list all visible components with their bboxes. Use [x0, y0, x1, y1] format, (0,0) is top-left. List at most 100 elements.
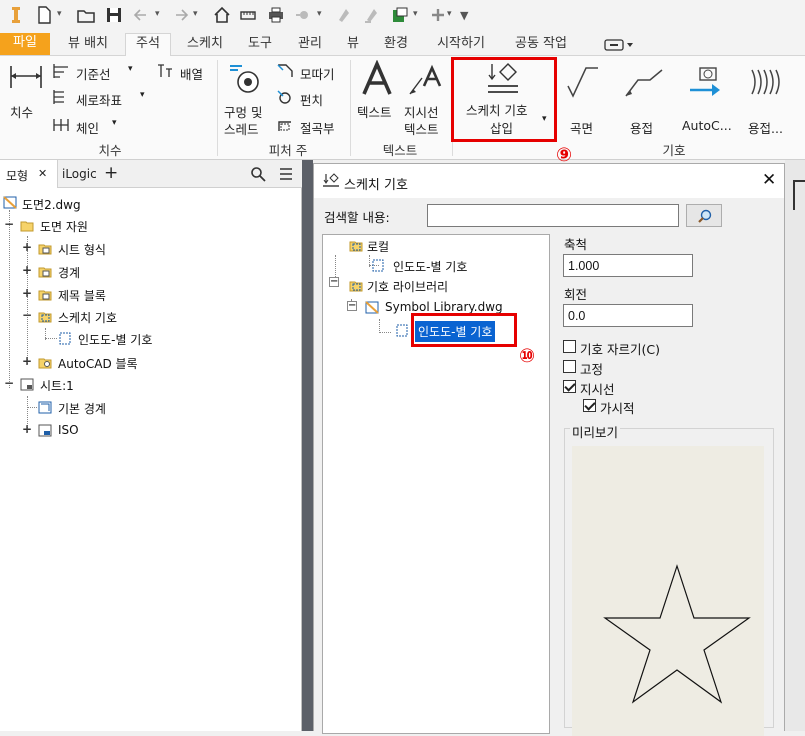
tree-item-title-blocks[interactable]: 제목 블록	[58, 287, 106, 304]
collapse-icon[interactable]: −	[4, 376, 14, 390]
chamfer-button[interactable]: 모따기	[300, 64, 335, 83]
rotation-input[interactable]	[563, 304, 693, 327]
tab-annotate[interactable]: 주석	[125, 33, 171, 57]
hole-thread-label-2[interactable]: 스레드	[224, 119, 259, 138]
update-icon[interactable]	[334, 5, 354, 25]
tree-item-drawing-resources[interactable]: 도면 자원	[40, 218, 88, 235]
tab-tools[interactable]: 도구	[240, 34, 280, 56]
dimension-icon[interactable]	[8, 62, 44, 94]
tree-item-local-child[interactable]: 인도도-별 기호	[393, 258, 467, 275]
scale-input[interactable]	[563, 254, 693, 277]
redo-dropdown-icon[interactable]: ▾	[193, 9, 198, 19]
menu-icon[interactable]	[278, 166, 294, 182]
print-icon[interactable]	[266, 5, 286, 25]
clip-label[interactable]: 기호 자르기(C)	[580, 339, 660, 358]
collapse-icon[interactable]: −	[347, 301, 357, 311]
search-button[interactable]	[686, 204, 722, 227]
bend-button[interactable]: 절곡부	[300, 118, 335, 137]
expand-icon[interactable]: +	[22, 286, 32, 300]
chamfer-icon[interactable]	[276, 63, 294, 79]
collapse-icon[interactable]: −	[22, 308, 32, 322]
new-dropdown-icon[interactable]: ▾	[57, 9, 62, 19]
tree-item-sheet-formats[interactable]: 시트 형식	[58, 241, 106, 258]
add-icon[interactable]	[428, 5, 448, 25]
ordinate-button[interactable]: 세로좌표	[76, 90, 122, 109]
baseline-dropdown-icon[interactable]: ▾	[128, 64, 133, 74]
drawing-canvas[interactable]	[785, 160, 805, 731]
close-icon[interactable]: ✕	[762, 170, 776, 190]
weld-caterpillar-button[interactable]: 용접...	[748, 118, 783, 137]
customize-icon[interactable]: ▼	[460, 9, 468, 22]
leader-label[interactable]: 지시선	[580, 379, 615, 398]
add-dropdown-icon[interactable]: ▾	[447, 9, 452, 19]
close-icon[interactable]: ✕	[38, 167, 47, 180]
new-icon[interactable]	[34, 5, 54, 25]
tree-item-sketch-symbol-child[interactable]: 인도도-별 기호	[78, 331, 152, 348]
chain-button[interactable]: 체인	[76, 118, 99, 137]
text-button[interactable]: 텍스트	[357, 102, 392, 121]
tree-item-local[interactable]: 로컬	[367, 238, 389, 255]
export-icon[interactable]	[390, 5, 410, 25]
ordinate-icon[interactable]	[52, 89, 70, 105]
tree-item-library[interactable]: 기호 라이브러리	[367, 278, 448, 295]
expand-icon[interactable]: +	[22, 354, 32, 368]
expand-icon[interactable]: +	[22, 263, 32, 277]
fixed-label[interactable]: 고정	[580, 359, 603, 378]
leader-checkbox[interactable]	[563, 380, 576, 393]
tree-item-default-border[interactable]: 기본 경계	[58, 400, 106, 417]
search-input[interactable]	[427, 204, 679, 227]
collapse-icon[interactable]: −	[4, 217, 14, 231]
fixed-checkbox[interactable]	[563, 360, 576, 373]
tab-manage[interactable]: 관리	[288, 34, 332, 56]
punch-icon[interactable]	[276, 89, 294, 105]
text-icon[interactable]	[360, 60, 394, 98]
tree-item-autocad-blocks[interactable]: AutoCAD 블록	[58, 355, 138, 372]
tab-ilogic[interactable]: iLogic	[62, 167, 97, 181]
redo-icon[interactable]	[170, 5, 190, 25]
inventor-logo-icon[interactable]	[6, 5, 26, 25]
weld-caterpillar-icon[interactable]	[748, 68, 784, 96]
arrange-button[interactable]: 배열	[180, 64, 203, 83]
tab-environments[interactable]: 환경	[374, 34, 418, 56]
appearance-dropdown-icon[interactable]: ▾	[317, 9, 322, 19]
search-icon[interactable]	[250, 166, 266, 182]
tree-item-borders[interactable]: 경계	[58, 264, 80, 281]
visible-label[interactable]: 가시적	[600, 398, 635, 417]
autocad-symbol-icon[interactable]	[688, 66, 728, 98]
weld-button[interactable]: 용접	[630, 118, 653, 137]
chain-dropdown-icon[interactable]: ▾	[112, 118, 117, 128]
appearance-icon[interactable]	[294, 5, 314, 25]
weld-icon[interactable]	[624, 68, 664, 98]
surface-texture-icon[interactable]	[566, 66, 600, 98]
ordinate-dropdown-icon[interactable]: ▾	[140, 90, 145, 100]
expand-icon[interactable]: +	[22, 240, 32, 254]
leader-text-label-2[interactable]: 텍스트	[404, 119, 439, 138]
undo-icon[interactable]	[132, 5, 152, 25]
tree-item-sheet[interactable]: 시트:1	[40, 377, 74, 394]
tab-model[interactable]: 모형	[6, 167, 28, 184]
surface-texture-button[interactable]: 곡면	[570, 118, 593, 137]
hole-thread-icon[interactable]	[226, 62, 266, 98]
dimension-label[interactable]: 치수	[10, 102, 33, 121]
tree-item-sketch-symbols[interactable]: 스케치 기호	[58, 309, 117, 326]
add-tab-icon[interactable]: +	[104, 163, 118, 183]
clip-checkbox[interactable]	[563, 340, 576, 353]
punch-button[interactable]: 펀치	[300, 90, 323, 109]
symbol-tree[interactable]: 로컬 인도도-별 기호 − 기호 라이브러리 − Symbol Library.…	[322, 234, 550, 734]
baseline-button[interactable]: 기준선	[76, 64, 111, 83]
tree-item-iso[interactable]: ISO	[58, 423, 79, 437]
chain-icon[interactable]	[52, 117, 70, 133]
visible-checkbox[interactable]	[583, 399, 596, 412]
leader-text-icon[interactable]	[408, 64, 442, 96]
arrange-icon[interactable]	[156, 63, 174, 79]
tab-view-layout[interactable]: 뷰 배치	[58, 34, 118, 56]
tab-sketch[interactable]: 스케치	[177, 34, 233, 56]
export-dropdown-icon[interactable]: ▾	[413, 9, 418, 19]
tab-view[interactable]: 뷰	[340, 34, 366, 56]
home-icon[interactable]	[212, 5, 232, 25]
save-icon[interactable]	[104, 5, 124, 25]
tab-file[interactable]: 파일	[0, 33, 50, 55]
open-icon[interactable]	[76, 5, 96, 25]
baseline-icon[interactable]	[52, 63, 70, 79]
tree-item-root[interactable]: 도면2.dwg	[22, 196, 81, 213]
